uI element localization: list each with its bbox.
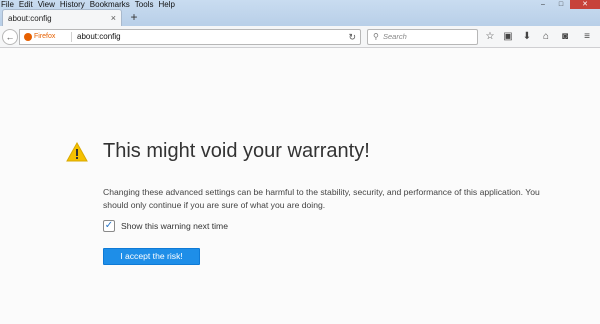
title-bar: File Edit View History Bookmarks Tools H… <box>0 0 600 27</box>
menu-edit[interactable]: Edit <box>17 0 35 9</box>
tab-title: about:config <box>8 14 52 23</box>
menu-history[interactable]: History <box>58 0 87 9</box>
back-button[interactable]: ← <box>2 29 18 45</box>
show-warning-checkbox[interactable]: ✓ <box>103 220 115 232</box>
reading-list-icon[interactable]: ▣ <box>501 29 515 45</box>
maximize-button[interactable]: □ <box>552 0 570 9</box>
downloads-icon[interactable]: ⬇ <box>520 29 534 45</box>
navigation-bar: ← Firefox about:config ↻ ⚲ Search ☆ ▣ ⬇ … <box>0 26 600 48</box>
warning-title: This might void your warranty! <box>103 140 370 162</box>
menu-tools[interactable]: Tools <box>133 0 156 9</box>
home-icon[interactable]: ⌂ <box>539 29 553 45</box>
url-text[interactable]: about:config <box>77 30 121 44</box>
search-placeholder: Search <box>383 32 407 41</box>
minimize-button[interactable]: – <box>534 0 552 9</box>
firefox-icon <box>24 33 32 41</box>
menu-icon[interactable]: ≡ <box>580 29 594 45</box>
identity-label: Firefox <box>34 33 56 40</box>
tab-close-icon[interactable]: × <box>111 10 116 27</box>
tab-about-config[interactable]: about:config × <box>2 9 122 27</box>
new-tab-button[interactable]: + <box>126 9 142 26</box>
bookmark-star-icon[interactable]: ☆ <box>483 29 497 45</box>
reload-icon[interactable]: ↻ <box>348 30 356 44</box>
url-bar[interactable]: Firefox about:config ↻ <box>19 29 361 45</box>
warning-description: Changing these advanced settings can be … <box>103 187 540 210</box>
menu-bookmarks[interactable]: Bookmarks <box>88 0 132 9</box>
menu-bar: File Edit View History Bookmarks Tools H… <box>0 0 178 9</box>
menu-view[interactable]: View <box>36 0 57 9</box>
pocket-icon[interactable]: ◙ <box>558 29 572 45</box>
window-controls: – □ ✕ <box>534 0 600 9</box>
menu-help[interactable]: Help <box>156 0 176 9</box>
show-warning-label[interactable]: Show this warning next time <box>121 220 228 232</box>
menu-file[interactable]: File <box>0 0 16 9</box>
search-icon: ⚲ <box>373 32 379 41</box>
accept-risk-button[interactable]: I accept the risk! <box>103 248 200 265</box>
url-separator <box>71 32 72 42</box>
page-content: This might void your warranty! Changing … <box>0 49 600 324</box>
warning-icon <box>66 142 88 162</box>
close-window-button[interactable]: ✕ <box>570 0 600 9</box>
search-input[interactable]: ⚲ Search <box>367 29 478 45</box>
